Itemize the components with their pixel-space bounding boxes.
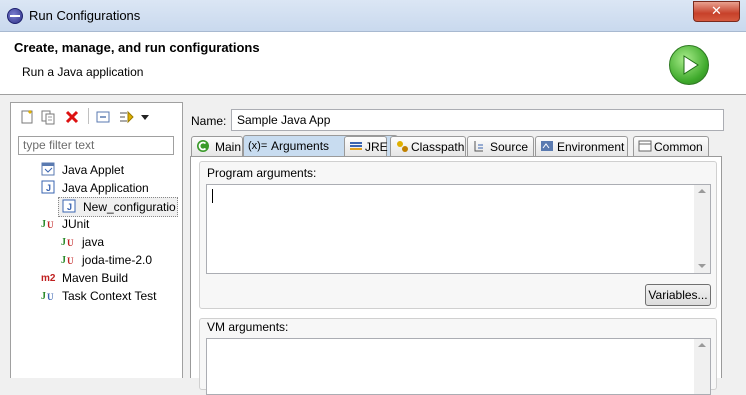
filter-icon[interactable] xyxy=(118,109,134,125)
variables-button-label: Variables... xyxy=(648,288,708,302)
junit-icon: JU xyxy=(61,252,75,266)
svg-text:J: J xyxy=(61,237,66,248)
delete-icon[interactable] xyxy=(64,109,80,125)
close-button[interactable]: ✕ xyxy=(693,1,740,22)
tree-item-label: Java Applet xyxy=(62,163,125,177)
tree-item-label: java xyxy=(82,235,105,249)
tree-item[interactable]: J Java Application xyxy=(38,179,149,197)
tree-item-label: JUnit xyxy=(62,217,90,231)
vm-arguments-scrollbar[interactable] xyxy=(694,339,710,394)
new-configuration-icon[interactable] xyxy=(19,109,35,125)
configuration-list-panel: type filter text Java Applet J Java Applic… xyxy=(10,102,183,378)
tree-item-label: Maven Build xyxy=(62,271,129,285)
tab-common[interactable]: Common xyxy=(633,136,709,156)
title-bar: Run Configurations ✕ xyxy=(0,0,746,32)
variables-button[interactable]: Variables... xyxy=(645,284,711,306)
junit-icon: JU xyxy=(41,216,55,230)
collapse-all-icon[interactable] xyxy=(95,109,111,125)
svg-text:J: J xyxy=(41,219,46,230)
program-arguments-label: Program arguments: xyxy=(207,166,317,180)
vm-arguments-label: VM arguments: xyxy=(207,320,289,334)
vm-arguments-input[interactable] xyxy=(206,338,711,395)
main-tab-icon xyxy=(197,140,209,152)
dialog-scrollbar[interactable] xyxy=(732,102,746,377)
filter-input[interactable]: type filter text xyxy=(18,136,174,155)
banner-heading: Create, manage, and run configurations xyxy=(14,40,260,55)
maven-icon: m2 xyxy=(41,270,56,284)
tab-environment[interactable]: Environment xyxy=(535,136,628,156)
classpath-tab-icon xyxy=(397,141,408,152)
name-value: Sample Java App xyxy=(237,113,331,127)
text-cursor xyxy=(212,189,213,203)
program-arguments-scrollbar[interactable] xyxy=(694,185,710,273)
tree-item-label: joda-time-2.0 xyxy=(82,253,153,267)
scroll-up-icon[interactable] xyxy=(698,188,706,194)
tab-main-label: Main xyxy=(215,140,242,154)
svg-text:U: U xyxy=(47,220,54,230)
tree-item[interactable]: J Ujoda-time-2.0 xyxy=(58,251,152,269)
tab-source-label: Source xyxy=(490,140,529,154)
java-applet-icon xyxy=(41,162,55,176)
svg-text:J: J xyxy=(67,202,72,212)
left-toolbar xyxy=(11,103,182,129)
close-icon: ✕ xyxy=(711,3,722,18)
svg-text:J: J xyxy=(41,291,46,302)
arguments-tab-icon: (x)= xyxy=(248,140,268,152)
junit-icon: JU xyxy=(61,234,75,248)
tree-item[interactable]: Java Applet xyxy=(38,161,148,179)
banner-subtitle: Run a Java application xyxy=(22,65,144,79)
arguments-tab-content: Program arguments: Variables... VM argum… xyxy=(190,156,722,395)
tree-item-label: Task Context Test xyxy=(62,289,157,303)
run-icon xyxy=(669,45,709,85)
common-tab-icon xyxy=(638,140,652,152)
program-arguments-group: Program arguments: Variables... xyxy=(199,161,717,309)
header-banner: Create, manage, and run configurations R… xyxy=(0,32,746,95)
window-title: Run Configurations xyxy=(29,8,141,23)
java-application-icon: J xyxy=(62,199,76,213)
tab-classpath-label: Classpath xyxy=(411,140,465,154)
tree-item[interactable]: J U JUnit xyxy=(38,215,148,233)
toolbar-divider xyxy=(88,108,89,124)
environment-tab-icon xyxy=(541,141,553,151)
eclipse-icon xyxy=(7,8,23,24)
tab-jre-label: JRE xyxy=(365,140,388,154)
tab-jre[interactable]: JRE xyxy=(344,136,388,156)
tree-item[interactable]: J U Task Context Test xyxy=(38,287,157,305)
chevron-down-icon[interactable] xyxy=(137,109,153,125)
tab-arguments-label: Arguments xyxy=(271,139,330,153)
svg-text:J: J xyxy=(46,183,51,193)
svg-text:m2: m2 xyxy=(41,273,56,284)
tab-common-label: Common xyxy=(654,140,703,154)
task-context-icon: JU xyxy=(41,288,55,302)
svg-text:U: U xyxy=(47,292,54,302)
jre-tab-icon xyxy=(350,142,362,150)
svg-text:J: J xyxy=(61,255,66,266)
filter-placeholder: type filter text xyxy=(23,138,95,152)
tab-main[interactable]: Main xyxy=(191,136,243,156)
duplicate-icon[interactable] xyxy=(40,109,56,125)
name-label: Name: xyxy=(191,114,227,128)
scroll-down-icon[interactable] xyxy=(698,263,706,269)
tree-item[interactable]: J Ujava xyxy=(58,233,148,251)
name-input[interactable]: Sample Java App xyxy=(231,109,724,131)
source-tab-icon xyxy=(474,141,483,152)
tree-item[interactable]: J New_configuratio xyxy=(58,197,178,217)
svg-text:U: U xyxy=(67,238,74,248)
java-application-icon: J xyxy=(41,180,55,194)
tree-item-label: Java Application xyxy=(62,181,149,195)
tree-item-label: New_configuratio xyxy=(83,200,176,214)
scroll-up-icon[interactable] xyxy=(698,342,706,348)
tab-classpath[interactable]: Classpath xyxy=(390,136,466,156)
program-arguments-input[interactable] xyxy=(206,184,711,274)
tab-source[interactable]: Source xyxy=(467,136,534,156)
tree-item[interactable]: m2 Maven Build xyxy=(38,269,148,287)
vm-arguments-group: VM arguments: xyxy=(199,318,717,395)
tab-environment-label: Environment xyxy=(557,140,625,154)
svg-text:U: U xyxy=(67,256,74,266)
